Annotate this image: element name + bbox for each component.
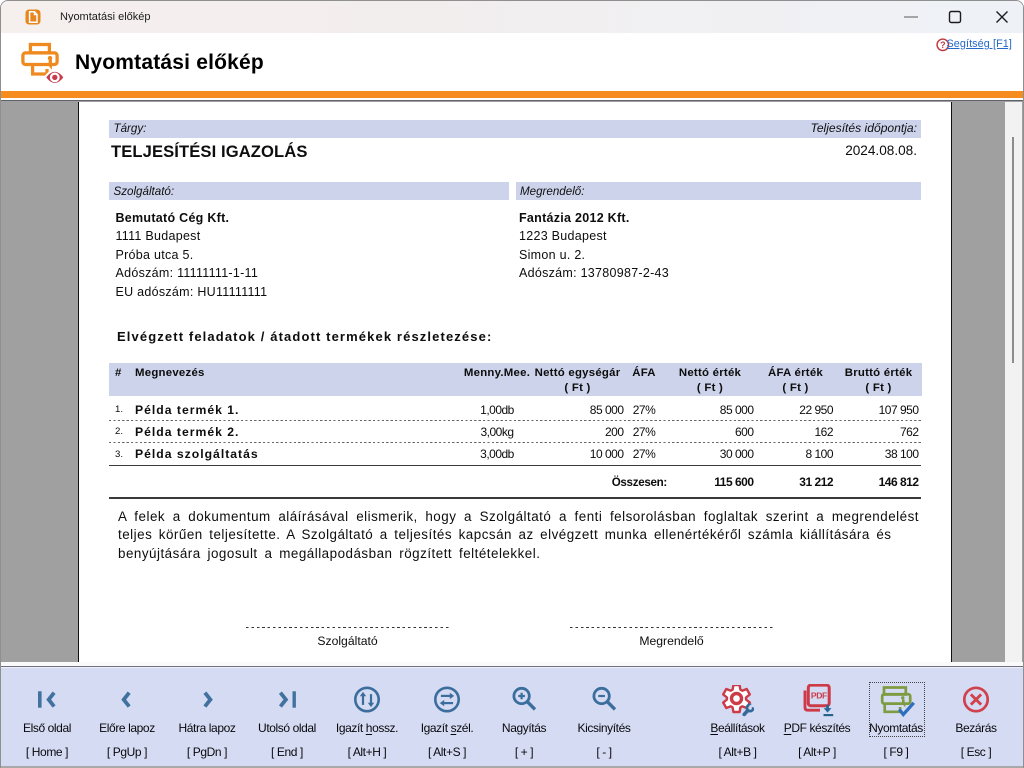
svg-text:PDF: PDF <box>811 691 827 701</box>
svg-text:?: ? <box>940 40 945 50</box>
